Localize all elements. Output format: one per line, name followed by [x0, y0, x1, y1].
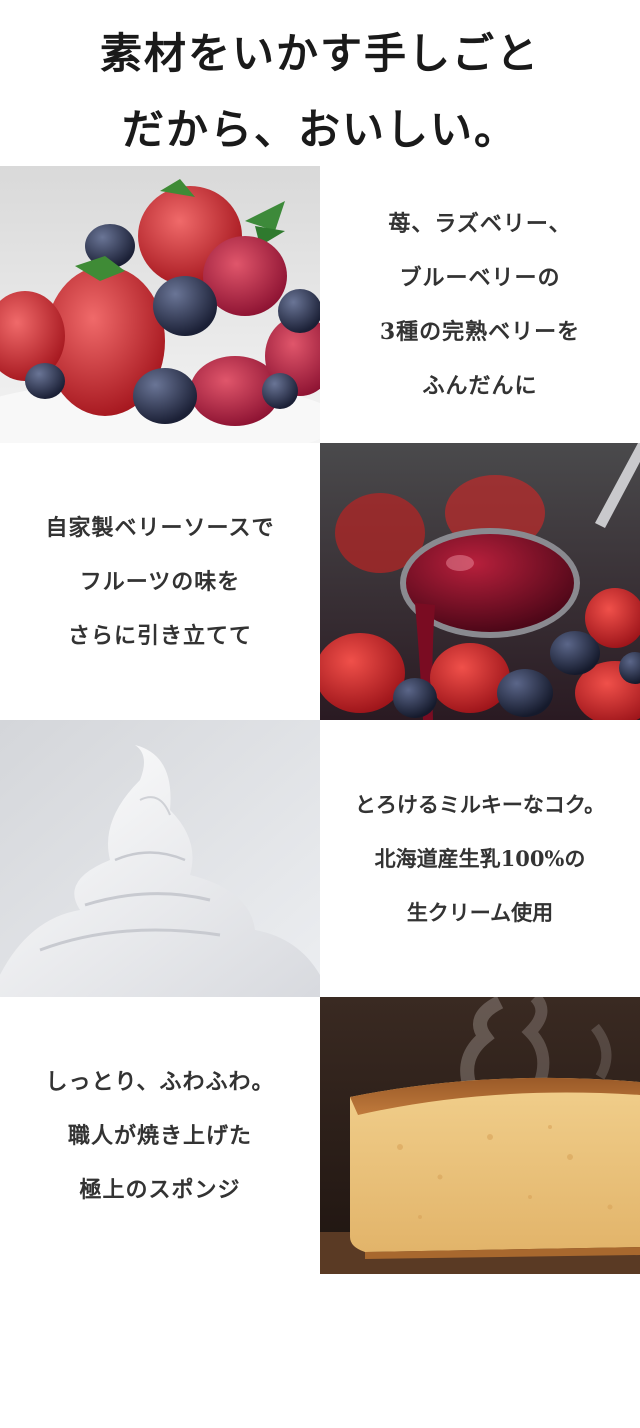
feature-line: 3種の完熟ベリーを: [379, 318, 581, 345]
berry-sauce-spoon-photo: [320, 443, 640, 720]
feature-row-sponge: しっとり、ふわふわ。 職人が焼き上げた 極上のスポンジ: [0, 997, 640, 1274]
heading-line-2: だから、おいしい。: [121, 105, 518, 154]
feature-text-berries: 苺、ラズベリー、 ブルーベリーの 3種の完熟ベリーを ふんだんに: [320, 166, 640, 443]
feature-line: しっとり、ふわふわ。: [45, 1068, 275, 1095]
heading-line-1: 素材をいかす手しごと: [99, 29, 540, 78]
whipped-cream-photo: [0, 720, 320, 997]
feature-line: とろけるミルキーなコク。: [354, 791, 606, 817]
mixed-berries-photo: [0, 166, 320, 443]
feature-line: ブルーベリーの: [399, 264, 561, 291]
feature-row-berries: 苺、ラズベリー、 ブルーベリーの 3種の完熟ベリーを ふんだんに: [0, 166, 640, 443]
feature-row-cream: とろけるミルキーなコク。 北海道産生乳100%の 生クリーム使用: [0, 720, 640, 997]
feature-text-sauce: 自家製ベリーソースで フルーツの味を さらに引き立てて: [0, 443, 320, 720]
feature-line: 極上のスポンジ: [79, 1176, 241, 1203]
feature-line: 職人が焼き上げた: [67, 1122, 252, 1149]
feature-line: ふんだんに: [422, 372, 538, 399]
feature-row-sauce: 自家製ベリーソースで フルーツの味を さらに引き立てて: [0, 443, 640, 720]
feature-text-cream: とろけるミルキーなコク。 北海道産生乳100%の 生クリーム使用: [320, 720, 640, 997]
heading: 素材をいかす手しごと だから、おいしい。: [0, 0, 640, 166]
feature-line: 自家製ベリーソースで: [45, 514, 275, 541]
feature-line: フルーツの味を: [79, 568, 241, 595]
feature-text-sponge: しっとり、ふわふわ。 職人が焼き上げた 極上のスポンジ: [0, 997, 320, 1274]
feature-line: 北海道産生乳100%の: [374, 845, 586, 871]
feature-line: 苺、ラズベリー、: [388, 210, 572, 237]
feature-line: 生クリーム使用: [406, 899, 554, 925]
sponge-cake-photo: [320, 997, 640, 1274]
feature-line: さらに引き立てて: [67, 622, 252, 649]
